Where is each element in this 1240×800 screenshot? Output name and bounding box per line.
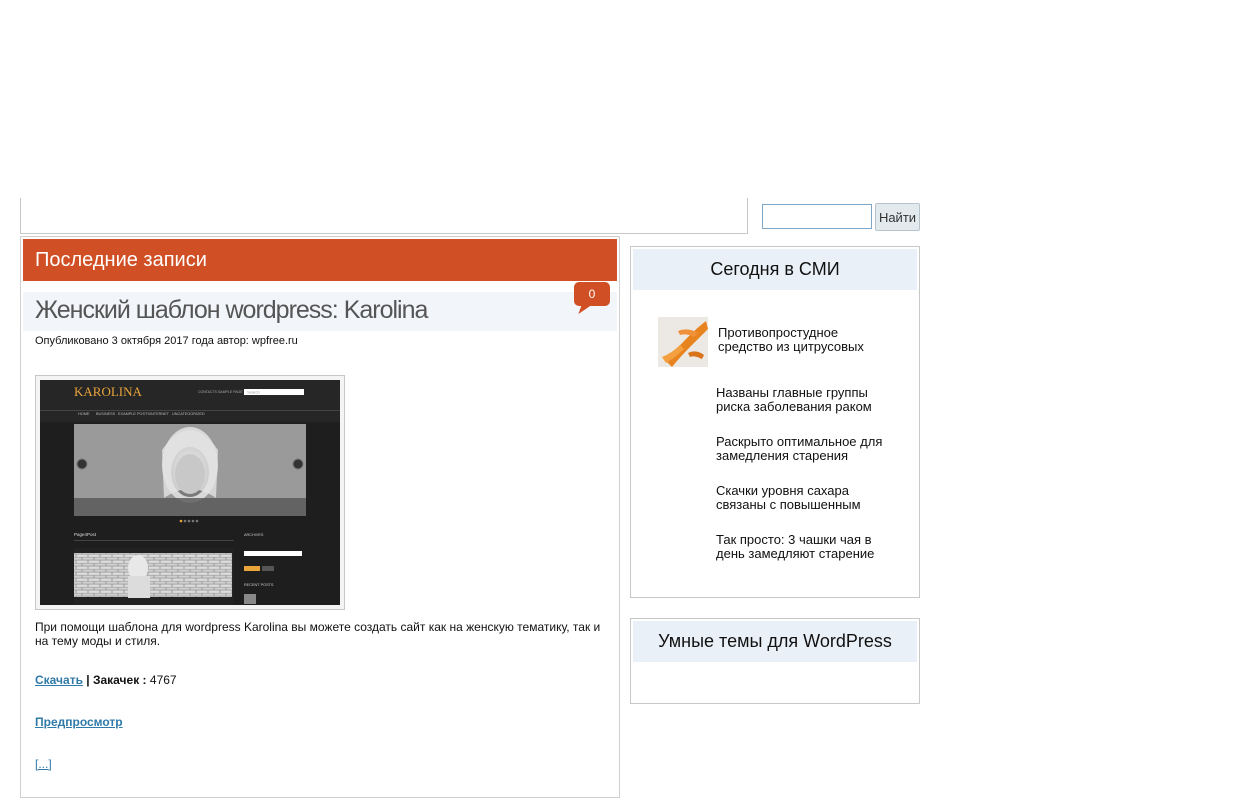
thumb-nav-1: BUSINESS <box>96 412 116 416</box>
news-item[interactable]: Противопростудное средство из цитрусовых <box>718 326 893 354</box>
post-excerpt: При помощи шаблона для wordpress Karolin… <box>35 620 601 648</box>
post-meta: Опубликовано 3 октября 2017 года автор: … <box>35 335 298 347</box>
thumb-archives: ARCHIVES <box>244 533 264 537</box>
thumb-post-title: Page4Post <box>74 532 97 537</box>
themes-widget: Умные темы для WordPress <box>630 618 920 704</box>
download-link[interactable]: Скачать <box>35 673 83 687</box>
post-thumbnail[interactable]: KAROLINA CONTACTS SAMPLE PAGE Search HOM… <box>35 375 345 610</box>
news-widget: Сегодня в СМИ Противопростудное средство… <box>630 246 920 598</box>
read-more-link[interactable]: [...] <box>35 757 52 771</box>
news-item[interactable]: Названы главные группы риска заболевания… <box>716 386 891 414</box>
theme-screenshot-image: KAROLINA CONTACTS SAMPLE PAGE Search HOM… <box>40 380 340 605</box>
downloads-count: 4767 <box>149 673 177 687</box>
post-title[interactable]: Женский шаблон wordpress: Karolina <box>35 296 428 325</box>
search-input[interactable] <box>762 204 872 229</box>
preview-link[interactable]: Предпросмотр <box>35 715 123 729</box>
downloads-label: | Закачек : <box>86 673 147 687</box>
header-bar <box>20 198 748 234</box>
news-item[interactable]: Скачки уровня сахара связаны с повышенны… <box>716 484 891 512</box>
thumb-logo: KAROLINA <box>74 384 142 399</box>
news-item[interactable]: Так просто: 3 чашки чая в день замедляют… <box>716 533 891 561</box>
thumb-nav-0: HOME <box>78 412 90 416</box>
search-button[interactable]: Найти <box>875 203 920 231</box>
themes-widget-title: Умные темы для WordPress <box>633 621 917 662</box>
thumb-top-links: CONTACTS SAMPLE PAGE <box>198 390 243 394</box>
news-item[interactable]: Раскрыто оптимальное для замедления стар… <box>716 435 891 463</box>
thumb-search: Search <box>247 390 260 395</box>
download-line: Скачать | Закачек : 4767 <box>35 673 177 687</box>
thumb-nav-3: INTERNET <box>150 412 170 416</box>
main-content: Последние записи Женский шаблон wordpres… <box>20 236 620 798</box>
news-widget-title: Сегодня в СМИ <box>633 249 917 290</box>
comment-count-badge[interactable]: 0 <box>574 282 610 306</box>
thumb-recent: RECENT POSTS <box>244 583 274 587</box>
thumb-nav-2: EXAMPLE POSTS <box>118 412 150 416</box>
news-item-image[interactable] <box>658 317 708 367</box>
section-title: Последние записи <box>23 239 617 281</box>
thumb-nav-4: UNCATEGORIZED <box>172 412 205 416</box>
post-title-bar: Женский шаблон wordpress: Karolina <box>23 292 617 331</box>
